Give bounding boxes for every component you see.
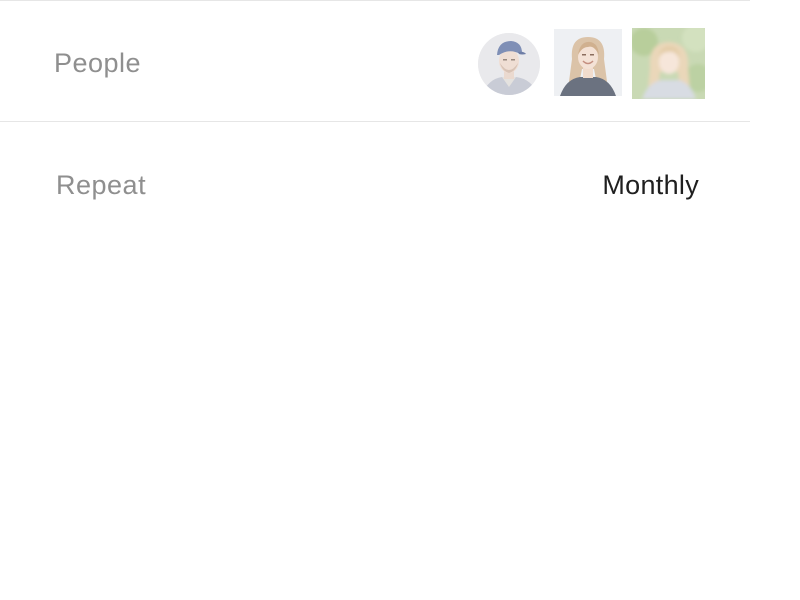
person-photo-icon bbox=[554, 29, 622, 96]
person-photo-icon bbox=[632, 28, 705, 99]
row-divider bbox=[0, 121, 750, 122]
people-label: People bbox=[54, 48, 142, 78]
repeat-value[interactable]: Monthly bbox=[602, 170, 699, 201]
avatar-group[interactable] bbox=[478, 28, 708, 100]
top-divider bbox=[0, 0, 750, 1]
avatar[interactable] bbox=[478, 33, 540, 95]
person-photo-icon bbox=[478, 33, 540, 95]
settings-panel: People Repeat Monthly bbox=[0, 0, 800, 600]
avatar[interactable] bbox=[554, 29, 622, 96]
repeat-label: Repeat bbox=[56, 170, 147, 200]
avatar[interactable] bbox=[632, 28, 705, 99]
